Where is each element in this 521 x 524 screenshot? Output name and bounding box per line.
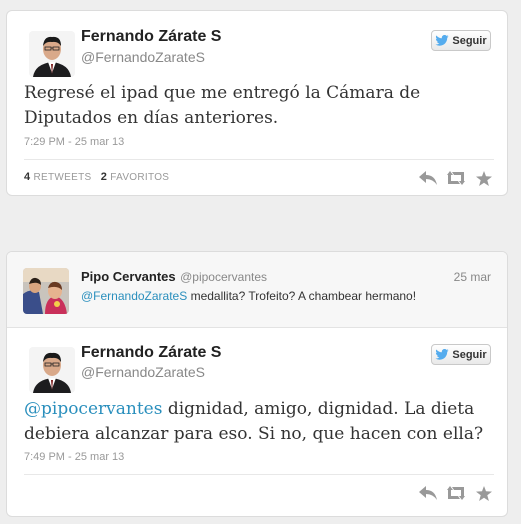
reply-icon bbox=[419, 171, 437, 185]
reply-button[interactable] bbox=[419, 484, 437, 502]
divider bbox=[24, 159, 494, 160]
reply-body: medallita? Trofeito? A chambear hermano! bbox=[187, 289, 417, 303]
retweets-count[interactable]: 4 bbox=[24, 171, 30, 183]
tweet-actions bbox=[419, 484, 493, 502]
tweet-timestamp[interactable]: 7:49 PM - 25 mar 13 bbox=[24, 451, 124, 463]
mention-link[interactable]: @pipocervantes bbox=[24, 399, 162, 419]
retweet-button[interactable] bbox=[447, 484, 465, 502]
tweet-card: Pipo Cervantes @pipocervantes 25 mar @Fe… bbox=[6, 251, 508, 517]
tweet-card: Fernando Zárate S @FernandoZarateS Segui… bbox=[6, 10, 508, 196]
avatar[interactable] bbox=[29, 347, 75, 393]
reply-date[interactable]: 25 mar bbox=[454, 270, 491, 284]
favorites-count[interactable]: 2 bbox=[101, 171, 107, 183]
avatar[interactable] bbox=[29, 31, 75, 77]
author-handle[interactable]: @FernandoZarateS bbox=[81, 49, 205, 65]
follow-button[interactable]: Seguir bbox=[431, 344, 491, 365]
reply-mention-link[interactable]: @FernandoZarateS bbox=[81, 289, 187, 303]
retweet-icon bbox=[447, 486, 465, 500]
tweet-text: @pipocervantes dignidad, amigo, dignidad… bbox=[24, 397, 494, 447]
in-reply-to-tweet[interactable]: Pipo Cervantes @pipocervantes 25 mar @Fe… bbox=[7, 252, 507, 328]
follow-label: Seguir bbox=[452, 34, 487, 47]
reply-header: Pipo Cervantes @pipocervantes bbox=[81, 268, 267, 286]
author-name[interactable]: Fernando Zárate S bbox=[81, 28, 221, 46]
follow-button[interactable]: Seguir bbox=[431, 30, 491, 51]
tweet-actions bbox=[419, 169, 493, 187]
favorite-button[interactable] bbox=[475, 484, 493, 502]
author-handle[interactable]: @FernandoZarateS bbox=[81, 364, 205, 380]
favorite-star-icon bbox=[476, 485, 492, 501]
follow-label: Seguir bbox=[452, 348, 487, 361]
favorites-label[interactable]: FAVORITOS bbox=[110, 172, 169, 183]
favorite-star-icon bbox=[476, 170, 492, 186]
tweet-timestamp[interactable]: 7:29 PM - 25 mar 13 bbox=[24, 136, 124, 148]
twitter-bird-icon bbox=[435, 349, 449, 360]
retweet-icon bbox=[447, 171, 465, 185]
reply-button[interactable] bbox=[419, 169, 437, 187]
reply-author-name[interactable]: Pipo Cervantes bbox=[81, 269, 176, 284]
author-name[interactable]: Fernando Zárate S bbox=[81, 344, 221, 362]
retweets-label[interactable]: RETWEETS bbox=[34, 172, 92, 183]
tweet-stats: 4 RETWEETS 2 FAVORITOS bbox=[24, 171, 169, 183]
favorite-button[interactable] bbox=[475, 169, 493, 187]
reply-avatar[interactable] bbox=[23, 268, 69, 314]
reply-text: @FernandoZarateS medallita? Trofeito? A … bbox=[81, 289, 416, 303]
reply-icon bbox=[419, 486, 437, 500]
reply-author-handle[interactable]: @pipocervantes bbox=[180, 270, 267, 284]
twitter-bird-icon bbox=[435, 35, 449, 46]
divider bbox=[24, 474, 494, 475]
retweet-button[interactable] bbox=[447, 169, 465, 187]
tweet-text: Regresé el ipad que me entregó la Cámara… bbox=[24, 83, 421, 128]
